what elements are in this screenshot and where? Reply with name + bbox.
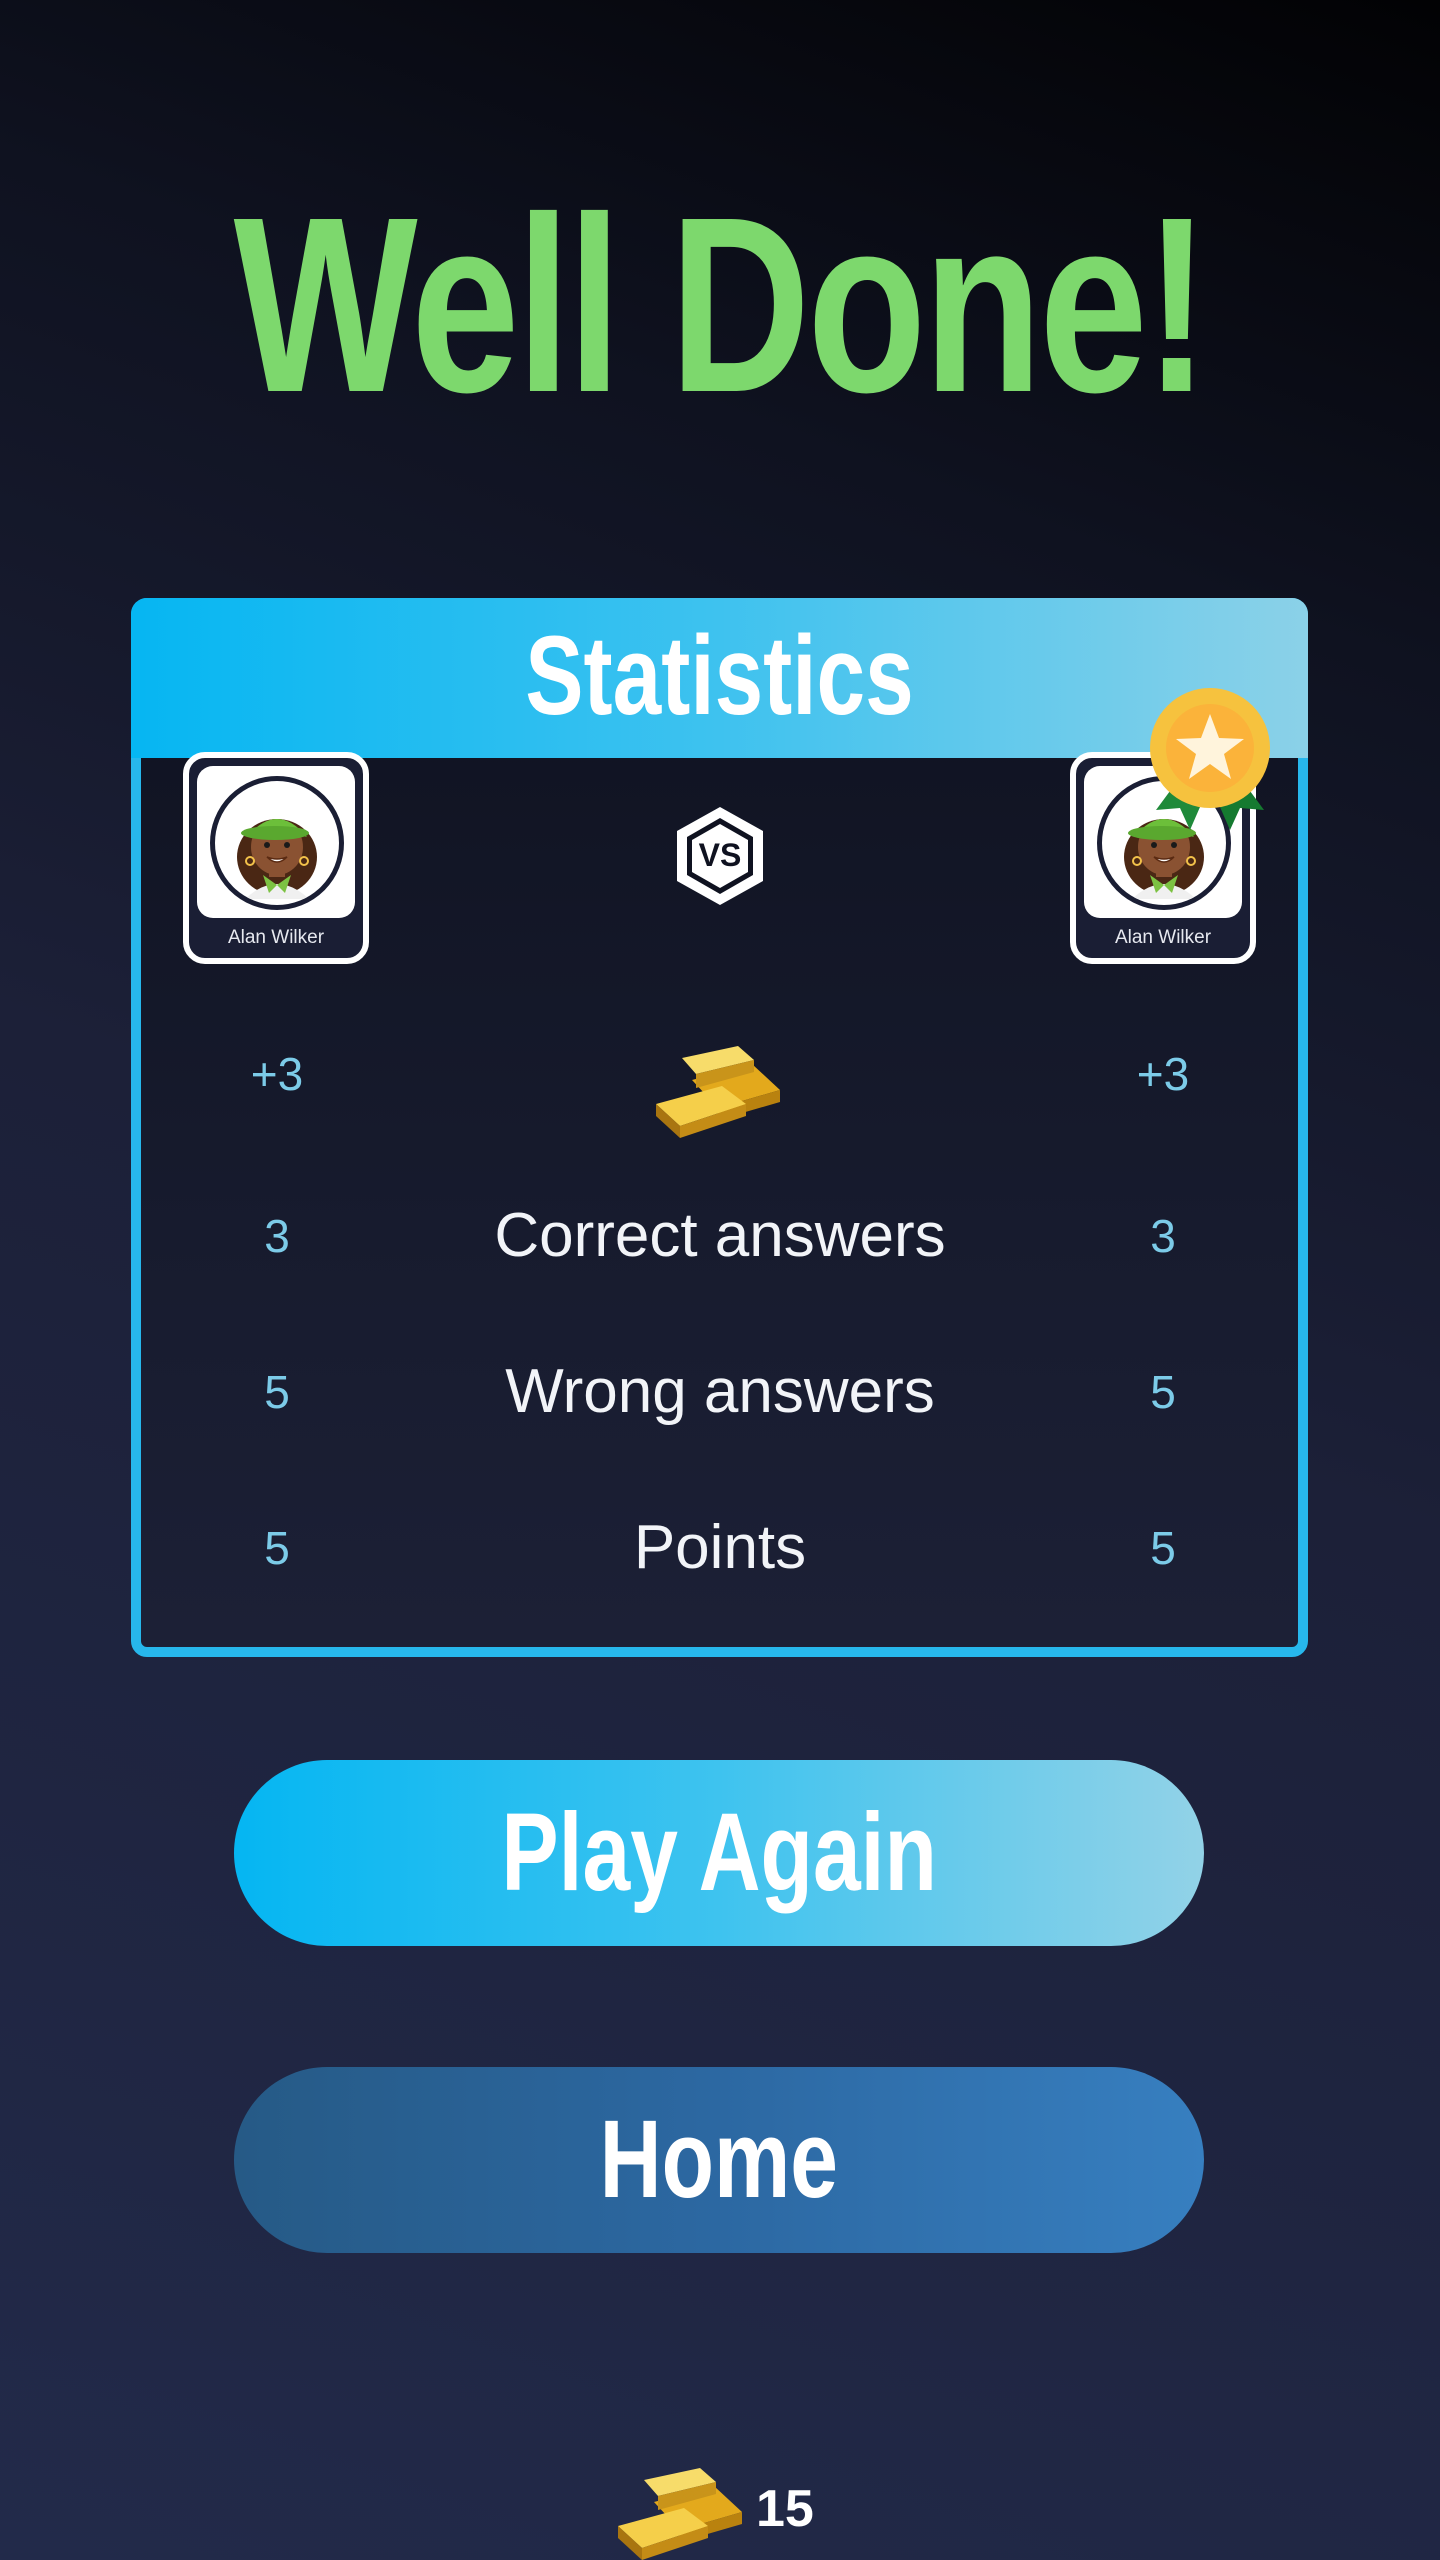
vs-label: VS xyxy=(699,837,742,873)
gold-earned-left: +3 xyxy=(250,1048,304,1100)
page-title: Well Done! xyxy=(233,165,1210,444)
gold-bars-icon xyxy=(618,2468,742,2560)
player-card-left: Alan Wilker xyxy=(183,752,369,964)
statistics-header: Statistics xyxy=(131,598,1308,758)
vs-badge-icon: VS xyxy=(677,807,763,905)
player-name-left: Alan Wilker xyxy=(227,927,325,948)
statistics-title: Statistics xyxy=(525,613,914,738)
stat-value-right: 3 xyxy=(1150,1210,1176,1262)
gold-bars-icon xyxy=(656,1046,780,1138)
stat-value-right: 5 xyxy=(1150,1522,1176,1574)
avatar-girl-icon xyxy=(237,819,317,899)
play-again-button[interactable]: Play Again xyxy=(234,1760,1204,1946)
home-button[interactable]: Home xyxy=(234,2067,1204,2253)
player-name-right: Alan Wilker xyxy=(1114,927,1212,948)
coin-balance: 15 xyxy=(756,2480,814,2538)
player-card-inner xyxy=(197,766,355,918)
stat-label: Correct answers xyxy=(494,1201,946,1270)
play-again-label: Play Again xyxy=(501,1791,937,1914)
avatar xyxy=(210,776,344,910)
stat-value-right: 5 xyxy=(1150,1366,1176,1418)
stat-label: Wrong answers xyxy=(505,1357,935,1426)
stat-label: Points xyxy=(633,1513,807,1582)
home-label: Home xyxy=(599,2098,839,2221)
gold-earned-right: +3 xyxy=(1136,1048,1190,1100)
winner-medal-icon xyxy=(1150,688,1270,830)
